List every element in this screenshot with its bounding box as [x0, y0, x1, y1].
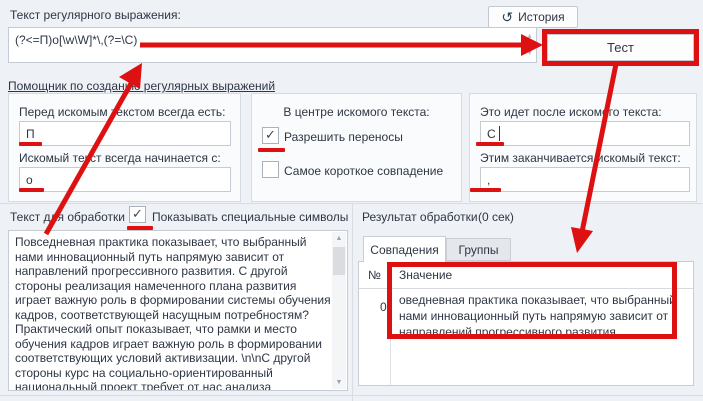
- result-value-highlight: [387, 262, 677, 339]
- after-value: С: [487, 127, 496, 141]
- history-button[interactable]: ↺ История: [488, 6, 578, 28]
- underline-starts-value: [19, 188, 44, 192]
- test-button[interactable]: Тест: [547, 34, 694, 61]
- test-button-highlight: Тест: [542, 29, 699, 66]
- tab-groups[interactable]: Группы: [446, 238, 511, 261]
- helper-link[interactable]: Помощник по созданию регулярных выражени…: [8, 79, 275, 93]
- before-value: П: [26, 127, 35, 141]
- starts-value: о: [26, 173, 33, 187]
- underline-after-value: [476, 142, 504, 146]
- row-num: 0: [380, 300, 387, 314]
- column-num-header[interactable]: №: [368, 268, 381, 282]
- shortest-checkbox-label[interactable]: Самое короткое совпадение: [284, 164, 443, 178]
- ends-label: Этим заканчивается искомый текст:: [480, 151, 681, 165]
- after-input[interactable]: С: [480, 121, 690, 146]
- starts-label: Искомый текст всегда начинается с:: [19, 151, 221, 165]
- regex-label: Текст регулярного выражения:: [10, 8, 181, 22]
- history-icon: ↺: [501, 9, 514, 25]
- arrow-to-result-head: [571, 227, 593, 253]
- regex-input[interactable]: (?<=П)о[\w\W]*\,(?=\С) ▲ ▼: [8, 27, 537, 63]
- starts-input[interactable]: о: [19, 167, 231, 192]
- process-textarea[interactable]: Повседневная практика показывает, что вы…: [8, 230, 348, 391]
- scrollbar-thumb[interactable]: [333, 247, 345, 275]
- underline-show-special-checkbox: [127, 226, 153, 230]
- groupbox-before: Перед искомым текстом всегда есть: П Иск…: [8, 93, 241, 202]
- ends-input[interactable]: ,: [480, 167, 690, 192]
- bottom-divider: [0, 395, 703, 396]
- result-time: (0 сек): [478, 210, 514, 224]
- scrollbar-down-icon[interactable]: ▼: [332, 376, 346, 389]
- ends-value: ,: [487, 173, 491, 187]
- wrap-checkbox[interactable]: ✓: [262, 127, 279, 144]
- result-label: Результат обработки: [362, 210, 478, 224]
- underline-wrap-checkbox: [258, 148, 285, 152]
- groupbox-after: Это идет после искомого текста: С Этим з…: [469, 93, 697, 202]
- checkbox-check-icon: ✓: [132, 206, 143, 221]
- regex-value: (?<=П)о[\w\W]*\,(?=\С): [15, 33, 138, 47]
- scroll-up-icon[interactable]: ▲: [526, 33, 533, 40]
- regex-tester-window: Текст регулярного выражения: ↺ История (…: [0, 0, 703, 401]
- wrap-checkbox-label[interactable]: Разрешить переносы: [284, 130, 403, 144]
- before-label: Перед искомым текстом всегда есть:: [19, 105, 226, 119]
- shortest-checkbox[interactable]: [262, 161, 279, 178]
- tab-matches[interactable]: Совпадения: [363, 236, 446, 262]
- tab-matches-label: Совпадения: [370, 242, 439, 257]
- process-text: Повседневная практика показывает, что вы…: [15, 235, 331, 391]
- checkbox-check-icon: ✓: [265, 127, 276, 142]
- textarea-scrollbar[interactable]: ▲ ▼: [332, 232, 346, 389]
- test-button-label: Тест: [607, 40, 634, 55]
- text-caret: [499, 126, 500, 141]
- show-special-label[interactable]: Показывать специальные символы: [152, 210, 348, 224]
- scroll-down-icon[interactable]: ▼: [526, 50, 533, 57]
- history-button-label: История: [518, 10, 565, 24]
- before-input[interactable]: П: [19, 121, 231, 146]
- tab-groups-label: Группы: [458, 242, 499, 257]
- scrollbar-up-icon[interactable]: ▲: [332, 232, 346, 245]
- underline-before-value: [19, 142, 42, 146]
- show-special-checkbox[interactable]: ✓: [129, 206, 146, 223]
- underline-ends-value: [470, 188, 501, 192]
- section-divider-vertical: [352, 203, 353, 401]
- center-label: В центре искомого текста:: [283, 105, 430, 119]
- process-label: Текст для обработки: [10, 210, 126, 224]
- after-label: Это идет после искомого текста:: [480, 105, 662, 119]
